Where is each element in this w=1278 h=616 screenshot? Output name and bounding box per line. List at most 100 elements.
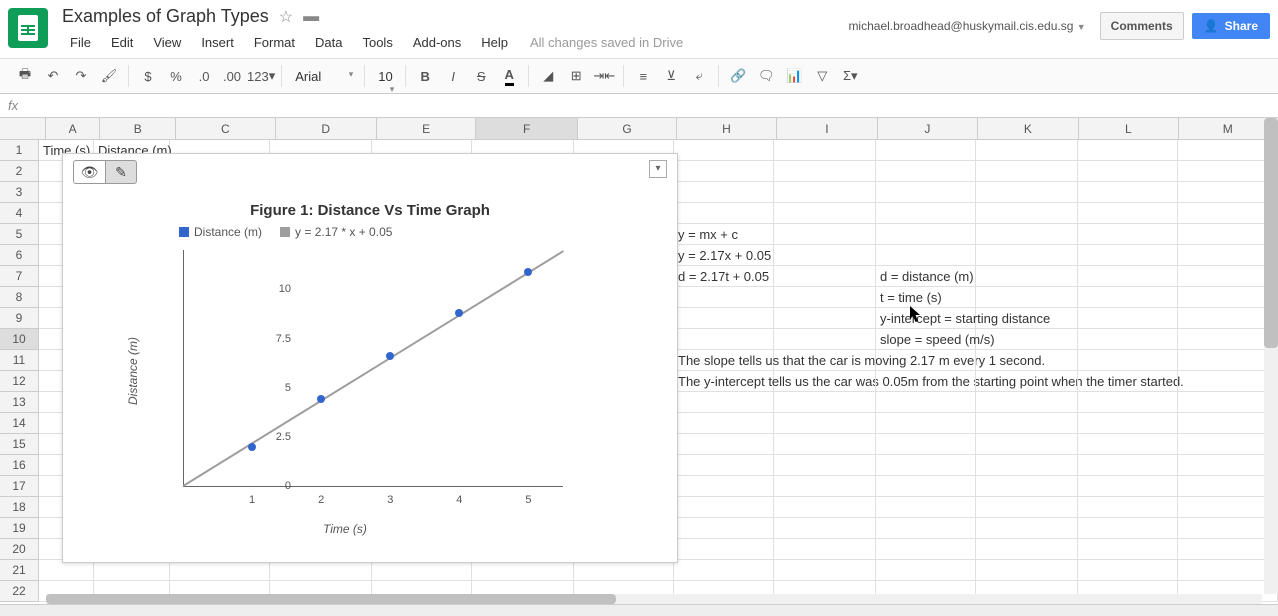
cell-J14[interactable]	[876, 413, 976, 433]
col-header-C[interactable]: C	[176, 118, 275, 139]
cell-J11[interactable]	[876, 350, 976, 370]
comments-button[interactable]: Comments	[1100, 12, 1184, 40]
cell-H11[interactable]: The slope tells us that the car is movin…	[674, 350, 774, 370]
cell-J15[interactable]	[876, 434, 976, 454]
cell-M17[interactable]	[1178, 476, 1278, 496]
cell-H15[interactable]	[674, 434, 774, 454]
cell-M10[interactable]	[1178, 329, 1278, 349]
cell-J7[interactable]: d = distance (m)	[876, 266, 976, 286]
comment-icon[interactable]: 🗨	[753, 63, 779, 89]
sheets-logo[interactable]	[8, 8, 48, 48]
cell-K15[interactable]	[976, 434, 1078, 454]
cell-M3[interactable]	[1178, 182, 1278, 202]
cell-F21[interactable]	[472, 560, 574, 580]
cell-J16[interactable]	[876, 455, 976, 475]
cell-L19[interactable]	[1078, 518, 1178, 538]
sheet-tab-bar[interactable]	[0, 604, 1278, 616]
cell-I4[interactable]	[774, 203, 876, 223]
cell-L20[interactable]	[1078, 539, 1178, 559]
currency-icon[interactable]: $	[135, 63, 161, 89]
cell-I2[interactable]	[774, 161, 876, 181]
row-header-6[interactable]: 6	[0, 245, 38, 266]
cell-M1[interactable]	[1178, 140, 1278, 160]
cell-L7[interactable]	[1078, 266, 1178, 286]
percent-icon[interactable]: %	[163, 63, 189, 89]
cell-M12[interactable]	[1178, 371, 1278, 391]
row-header-15[interactable]: 15	[0, 434, 38, 455]
cell-I5[interactable]	[774, 224, 876, 244]
cell-B21[interactable]	[94, 560, 170, 580]
fill-color-icon[interactable]: ◢	[535, 63, 561, 89]
cell-I11[interactable]	[774, 350, 876, 370]
menu-view[interactable]: View	[145, 31, 189, 54]
cell-I21[interactable]	[774, 560, 876, 580]
cell-M18[interactable]	[1178, 497, 1278, 517]
chart-icon[interactable]: 📊	[781, 63, 807, 89]
format-123-icon[interactable]: 123▾	[247, 63, 275, 89]
menu-file[interactable]: File	[62, 31, 99, 54]
menu-addons[interactable]: Add-ons	[405, 31, 469, 54]
cell-K20[interactable]	[976, 539, 1078, 559]
doc-title[interactable]: Examples of Graph Types	[62, 6, 269, 27]
cell-L17[interactable]	[1078, 476, 1178, 496]
row-header-10[interactable]: 10	[0, 329, 38, 350]
cell-L8[interactable]	[1078, 287, 1178, 307]
cell-L4[interactable]	[1078, 203, 1178, 223]
col-header-G[interactable]: G	[578, 118, 677, 139]
user-email[interactable]: michael.broadhead@huskymail.cis.edu.sg ▼	[848, 19, 1085, 33]
cell-J21[interactable]	[876, 560, 976, 580]
row-header-14[interactable]: 14	[0, 413, 38, 434]
cell-A21[interactable]	[39, 560, 94, 580]
cell-L13[interactable]	[1078, 392, 1178, 412]
cell-M4[interactable]	[1178, 203, 1278, 223]
cell-L1[interactable]	[1078, 140, 1178, 160]
decimal-inc-icon[interactable]: .00	[219, 63, 245, 89]
cell-M14[interactable]	[1178, 413, 1278, 433]
cell-K14[interactable]	[976, 413, 1078, 433]
cell-J5[interactable]	[876, 224, 976, 244]
wrap-icon[interactable]: ⤶	[686, 63, 712, 89]
cell-I18[interactable]	[774, 497, 876, 517]
cell-L14[interactable]	[1078, 413, 1178, 433]
cell-H4[interactable]	[674, 203, 774, 223]
col-header-H[interactable]: H	[677, 118, 776, 139]
cell-K7[interactable]	[976, 266, 1078, 286]
font-name-select[interactable]: Arial	[288, 66, 358, 87]
row-header-12[interactable]: 12	[0, 371, 38, 392]
cell-I7[interactable]	[774, 266, 876, 286]
cell-I10[interactable]	[774, 329, 876, 349]
cell-J1[interactable]	[876, 140, 976, 160]
row-header-18[interactable]: 18	[0, 497, 38, 518]
cell-K17[interactable]	[976, 476, 1078, 496]
cell-J3[interactable]	[876, 182, 976, 202]
col-header-B[interactable]: B	[100, 118, 176, 139]
cell-M6[interactable]	[1178, 245, 1278, 265]
cell-H6[interactable]: y = 2.17x + 0.05	[674, 245, 774, 265]
cell-I12[interactable]	[774, 371, 876, 391]
cell-K5[interactable]	[976, 224, 1078, 244]
vertical-scrollbar[interactable]	[1264, 118, 1278, 594]
cell-K16[interactable]	[976, 455, 1078, 475]
decimal-dec-icon[interactable]: .0	[191, 63, 217, 89]
cell-H9[interactable]	[674, 308, 774, 328]
cell-K6[interactable]	[976, 245, 1078, 265]
cell-M20[interactable]	[1178, 539, 1278, 559]
cell-I19[interactable]	[774, 518, 876, 538]
cell-I3[interactable]	[774, 182, 876, 202]
borders-icon[interactable]: ⊞	[563, 63, 589, 89]
row-header-5[interactable]: 5	[0, 224, 38, 245]
cell-I13[interactable]	[774, 392, 876, 412]
cell-K4[interactable]	[976, 203, 1078, 223]
cell-J18[interactable]	[876, 497, 976, 517]
cell-M2[interactable]	[1178, 161, 1278, 181]
cell-H7[interactable]: d = 2.17t + 0.05	[674, 266, 774, 286]
cell-L5[interactable]	[1078, 224, 1178, 244]
cell-L16[interactable]	[1078, 455, 1178, 475]
row-header-19[interactable]: 19	[0, 518, 38, 539]
cell-M7[interactable]	[1178, 266, 1278, 286]
cell-K9[interactable]	[976, 308, 1078, 328]
cell-L3[interactable]	[1078, 182, 1178, 202]
cell-I17[interactable]	[774, 476, 876, 496]
cell-J13[interactable]	[876, 392, 976, 412]
cell-I8[interactable]	[774, 287, 876, 307]
